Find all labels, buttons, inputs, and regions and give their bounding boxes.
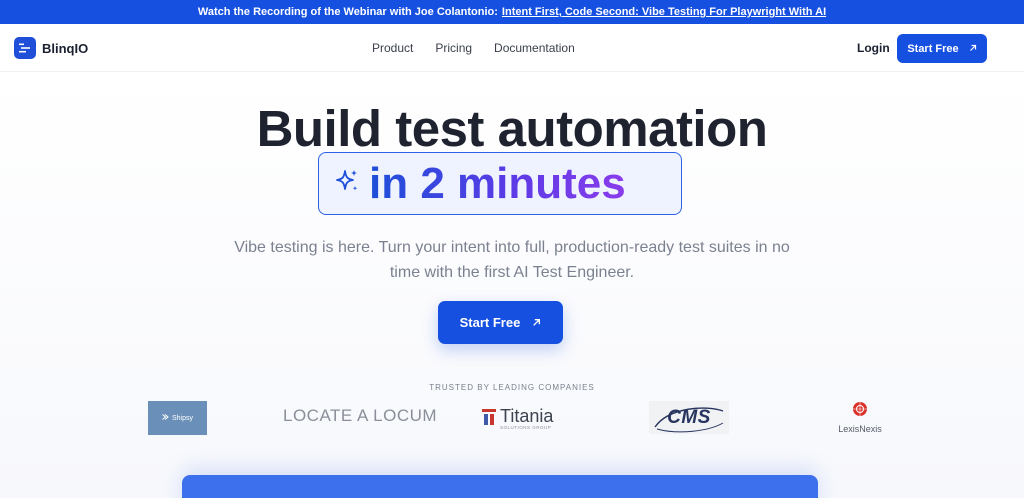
hero-section: Build test automation in 2 minutes Vibe …: [0, 73, 1024, 498]
hero-subtext: Vibe testing is here. Turn your intent i…: [234, 239, 790, 281]
banner-link[interactable]: Intent First, Code Second: Vibe Testing …: [502, 6, 826, 18]
lexisnexis-mark-icon: [852, 401, 868, 422]
nav-start-free-button[interactable]: Start Free: [897, 34, 987, 63]
sparkle-icon: [333, 167, 361, 200]
nav-links: Product Pricing Documentation: [372, 24, 575, 72]
banner-text: Watch the Recording of the Webinar with …: [197, 6, 498, 18]
nav-link-documentation[interactable]: Documentation: [494, 41, 575, 55]
nav-link-product[interactable]: Product: [372, 41, 413, 55]
titania-logo: Titania SOLUTIONS GROUP: [482, 403, 553, 433]
lexisnexis-logo: LexisNexis: [833, 401, 887, 435]
arrow-up-right-icon: [532, 315, 541, 330]
shipsy-name: Shipsy: [171, 414, 193, 422]
trusted-by-label: TRUSTED BY LEADING COMPANIES: [429, 383, 595, 392]
cms-logo: CMS: [649, 401, 729, 434]
blinqio-logo-icon: [14, 37, 36, 59]
hero-start-free-button[interactable]: Start Free: [438, 301, 563, 344]
nav-start-free-label: Start Free: [907, 42, 959, 55]
locate-a-locum-logo: LOCATE A LOCUM: [283, 406, 438, 425]
login-link[interactable]: Login: [857, 41, 890, 55]
brand-logo[interactable]: BlinqIO: [14, 36, 88, 60]
nav-link-pricing[interactable]: Pricing: [435, 41, 472, 55]
brand-name: BlinqIO: [42, 40, 89, 56]
cms-name: CMS: [667, 406, 711, 428]
hero-highlight-box: in 2 minutes: [318, 152, 682, 215]
shipsy-mark-icon: [162, 414, 169, 422]
lexisnexis-name: LexisNexis: [838, 424, 882, 434]
announcement-banner: Watch the Recording of the Webinar with …: [0, 0, 1024, 24]
arrow-up-right-icon: [969, 43, 977, 55]
titania-mark-icon: [482, 407, 496, 430]
titania-subtitle: SOLUTIONS GROUP: [500, 424, 552, 430]
shipsy-logo: Shipsy: [148, 401, 207, 435]
titania-name: Titania: [500, 405, 554, 426]
hero-highlight-text: in 2 minutes: [369, 158, 626, 208]
navbar: BlinqIO Product Pricing Documentation Lo…: [0, 24, 1024, 72]
product-preview-panel: [182, 475, 818, 498]
hero-start-free-label: Start Free: [459, 315, 521, 330]
hero-headline: Build test automation: [256, 100, 768, 157]
